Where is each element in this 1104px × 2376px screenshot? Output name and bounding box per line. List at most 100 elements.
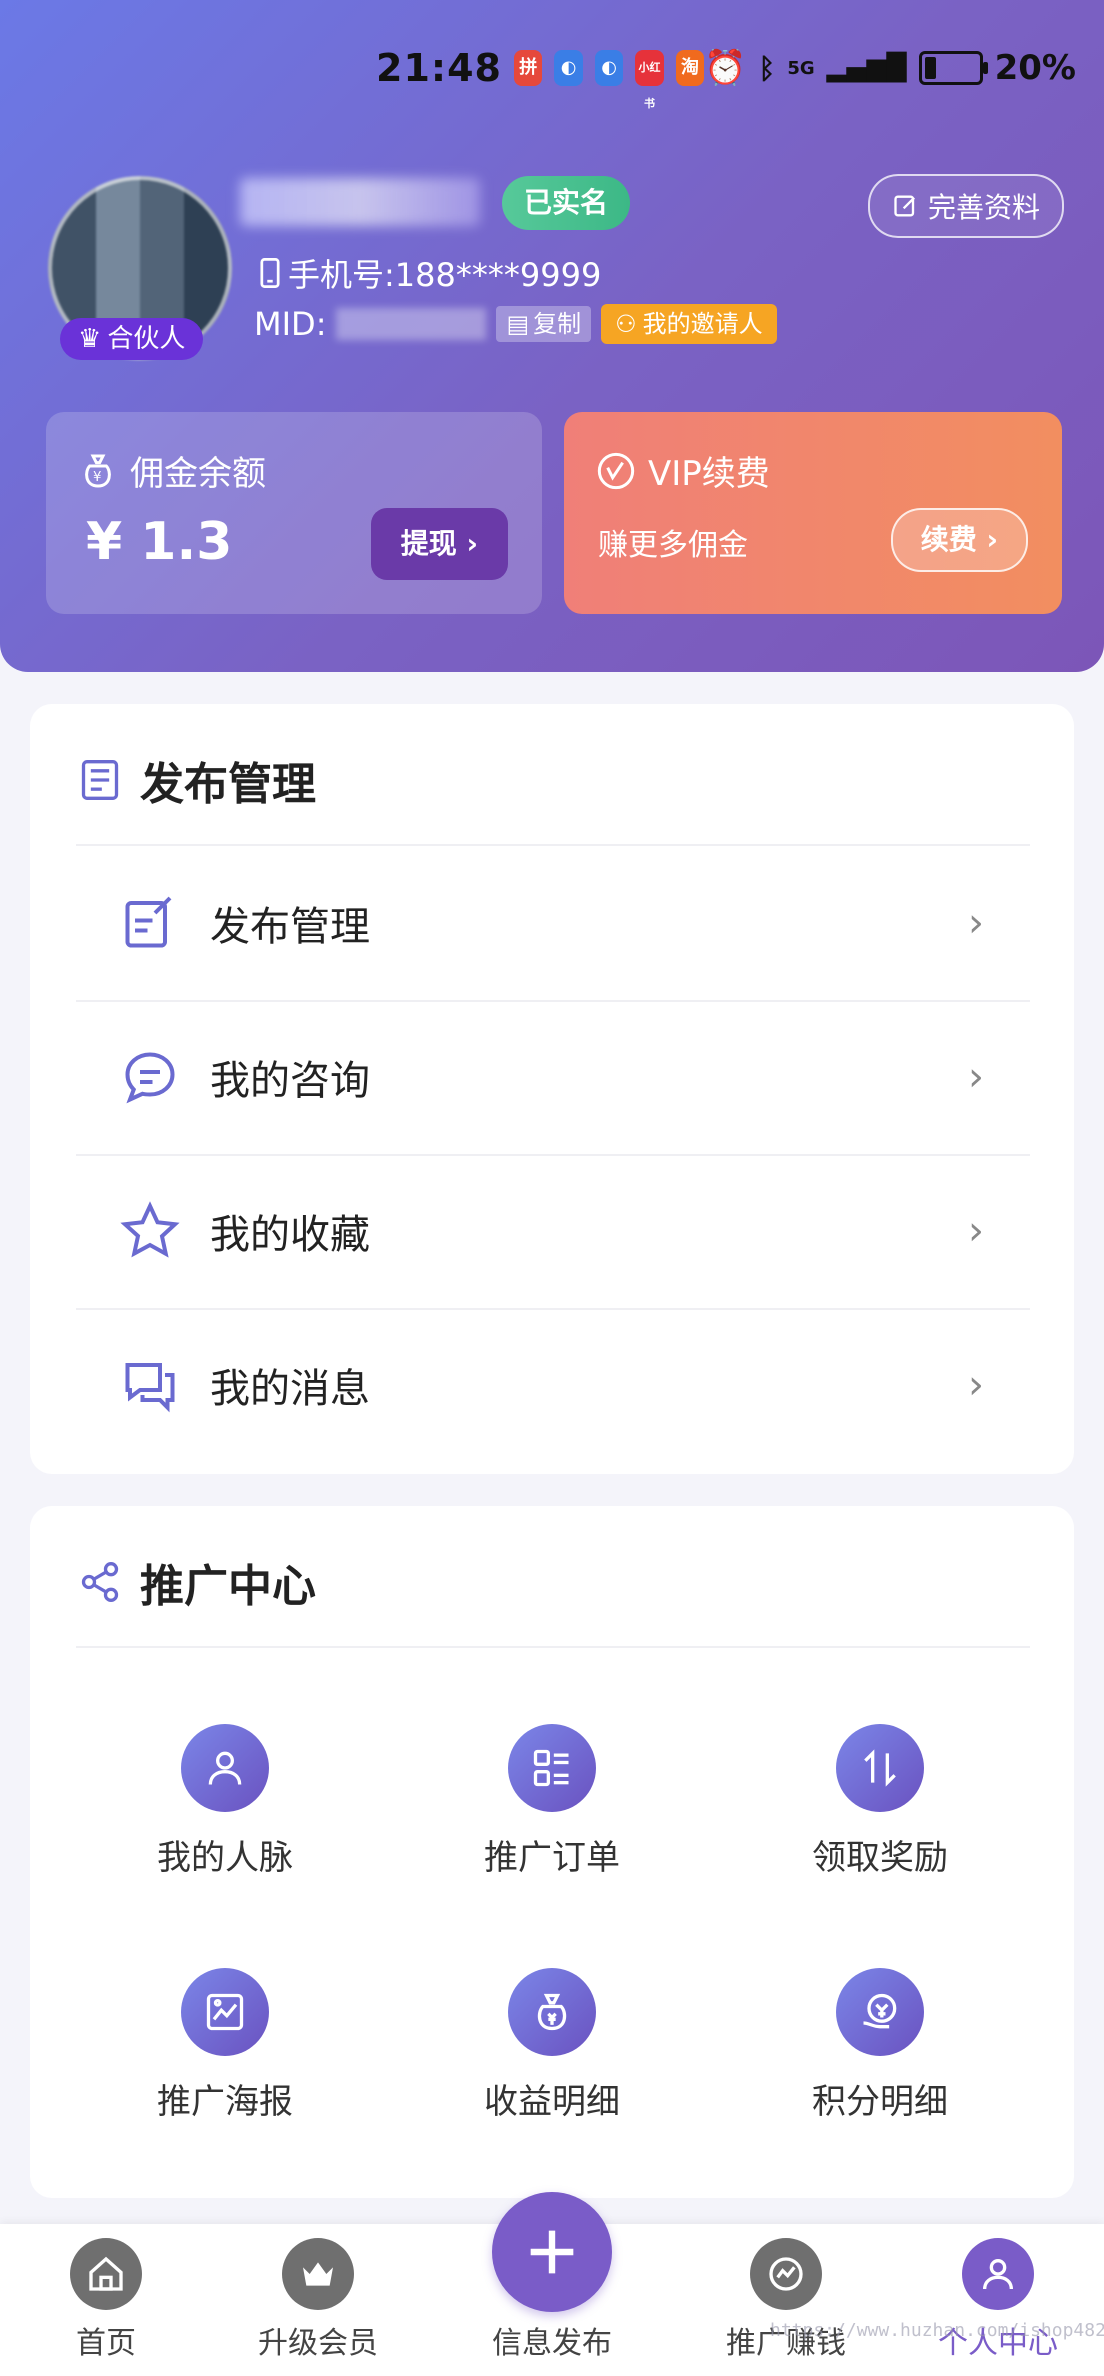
- commission-card: ¥ 佣金余额 ¥ 1.3 提现 ›: [46, 412, 542, 614]
- withdraw-button[interactable]: 提现 ›: [370, 508, 508, 580]
- promo-item-label: 推广海报: [157, 2082, 293, 2122]
- menu-item-label: 我的收藏: [210, 1212, 370, 1258]
- copy-icon: ▤: [506, 310, 530, 338]
- signal-icon: ▂▄▆█: [826, 53, 907, 83]
- person-icon: [983, 2259, 1013, 2290]
- edit-icon: [894, 195, 915, 217]
- promo-item-orders[interactable]: 推广订单: [432, 1724, 672, 1879]
- promo-item-label: 收益明细: [484, 2082, 620, 2122]
- pinduoduo-icon: 拼: [513, 50, 543, 86]
- browser-icon: ◐: [554, 50, 583, 86]
- withdraw-label: 提现: [400, 527, 457, 560]
- vip-subtitle: 赚更多佣金: [598, 528, 748, 563]
- status-time: 21:48: [376, 46, 502, 90]
- taobao-icon: 淘: [675, 50, 705, 86]
- promo-item-earnings[interactable]: 收益明细: [432, 1968, 672, 2123]
- mid-value-blurred: [336, 308, 487, 340]
- tab-personal-center[interactable]: 个人中心: [908, 2238, 1088, 2362]
- profile-header: 21:48 拼 ◐ ◐ 小红书 淘 ⏰ ᛒ 5G ▂▄▆█ 20% ♛ 合伙人 …: [0, 0, 1104, 672]
- promo-item-label: 推广订单: [484, 1838, 620, 1878]
- commission-title: 佣金余额: [130, 454, 266, 494]
- chevron-right-icon: ›: [466, 527, 478, 560]
- inviter-label: 我的邀请人: [642, 310, 763, 338]
- promo-item-label: 积分明细: [812, 2082, 948, 2122]
- battery-icon: [918, 51, 988, 85]
- chevron-right-icon: ›: [968, 1208, 984, 1254]
- star-icon: [120, 1201, 180, 1258]
- money-bag-icon: ¥: [85, 454, 111, 488]
- publish-info-button[interactable]: [492, 2192, 612, 2312]
- alarm-icon: ⏰: [704, 48, 747, 88]
- order-list-icon: [533, 1749, 569, 1787]
- publish-panel: 发布管理 发布管理 › 我的咨询 › 我的收藏 › 我的消息 ›: [30, 704, 1074, 1474]
- chevron-right-icon: ›: [968, 900, 984, 946]
- network-label: 5G: [787, 57, 815, 79]
- watermark: https://www.huzhan.com/ishop48231: [770, 2320, 1104, 2341]
- crown-icon: ♛: [78, 324, 102, 354]
- status-bar: 21:48 拼 ◐ ◐ 小红书 淘 ⏰ ᛒ 5G ▂▄▆█ 20%: [376, 40, 1076, 110]
- promo-item-my-network[interactable]: 我的人脉: [105, 1724, 345, 1879]
- home-icon: [89, 2256, 123, 2291]
- vip-title: VIP续费: [648, 454, 770, 494]
- bluetooth-icon: ᛒ: [758, 51, 776, 85]
- menu-item-my-favorites[interactable]: 我的收藏 ›: [76, 1154, 1030, 1310]
- promo-item-label: 领取奖励: [812, 1838, 948, 1878]
- trend-chat-icon: [769, 2257, 803, 2291]
- chat-bubble-icon: [125, 1052, 175, 1104]
- commission-balance: ¥ 1.3: [86, 512, 233, 572]
- menu-item-my-consult[interactable]: 我的咨询 ›: [76, 1000, 1030, 1156]
- tab-label: 首页: [76, 2326, 136, 2361]
- divider: [76, 1646, 1030, 1648]
- promo-item-claim-reward[interactable]: 领取奖励: [760, 1724, 1000, 1879]
- user-icon: ⚇: [615, 310, 637, 338]
- renew-label: 续费: [920, 523, 977, 556]
- edit-document-icon: [125, 896, 172, 948]
- crown-icon: [303, 2262, 333, 2286]
- browser-icon: ◐: [594, 50, 624, 86]
- copy-button[interactable]: ▤ 复制: [496, 306, 592, 342]
- menu-item-publish-manage[interactable]: 发布管理 ›: [76, 846, 1030, 1002]
- partner-badge-label: 合伙人: [107, 324, 186, 354]
- tab-upgrade-member[interactable]: 升级会员: [228, 2238, 408, 2362]
- coin-hand-icon: [863, 1993, 897, 2029]
- tab-home[interactable]: 首页: [16, 2238, 196, 2362]
- promo-section-title: 推广中心: [140, 1561, 316, 1612]
- promo-item-points[interactable]: 积分明细: [760, 1968, 1000, 2123]
- vip-card: VIP续费 赚更多佣金 续费 ›: [564, 412, 1062, 614]
- menu-item-label: 我的咨询: [210, 1058, 370, 1104]
- menu-item-label: 我的消息: [210, 1366, 370, 1412]
- image-chart-icon: [206, 1993, 244, 2031]
- edit-profile-label: 完善资料: [927, 191, 1040, 224]
- svg-text:¥: ¥: [93, 470, 101, 485]
- tab-label: 升级会员: [258, 2326, 378, 2361]
- menu-item-label: 发布管理: [210, 904, 370, 950]
- verified-badge: 已实名: [502, 176, 631, 230]
- chevron-right-icon: ›: [968, 1054, 984, 1100]
- tab-promote-earn[interactable]: 推广赚钱: [696, 2238, 876, 2362]
- chevron-right-icon: ›: [968, 1362, 984, 1408]
- promo-panel: 推广中心 我的人脉 推广订单 领取奖励 推广海报 收益明细 积分明细: [30, 1506, 1074, 2198]
- edit-profile-button[interactable]: 完善资料: [867, 174, 1064, 238]
- share-icon: [81, 1562, 119, 1602]
- plus-icon: [530, 2230, 574, 2274]
- battery-percent: 20%: [994, 48, 1076, 88]
- copy-label: 复制: [533, 310, 582, 338]
- publish-info-label: 信息发布: [492, 2326, 612, 2361]
- nickname-blurred: [240, 178, 480, 226]
- mid-label: MID:: [254, 305, 327, 343]
- list-icon: [81, 760, 119, 800]
- money-bag-icon: [537, 1993, 567, 2031]
- xiaohongshu-icon: 小红书: [635, 50, 664, 110]
- person-icon: [208, 1751, 242, 1785]
- partner-badge: ♛ 合伙人: [60, 318, 204, 360]
- promo-item-label: 我的人脉: [157, 1838, 293, 1878]
- transfer-arrows-icon: [864, 1749, 896, 1787]
- promo-item-poster[interactable]: 推广海报: [105, 1968, 345, 2123]
- renew-button[interactable]: 续费 ›: [890, 508, 1028, 572]
- phone-number: 手机号:188****9999: [258, 250, 601, 296]
- vip-icon: [597, 452, 635, 489]
- member-id: MID: ▤ 复制 ⚇ 我的邀请人: [254, 304, 777, 344]
- my-inviter-button[interactable]: ⚇ 我的邀请人: [601, 304, 777, 344]
- phone-text: 手机号:188****9999: [288, 256, 602, 294]
- menu-item-my-messages[interactable]: 我的消息 ›: [76, 1308, 1030, 1462]
